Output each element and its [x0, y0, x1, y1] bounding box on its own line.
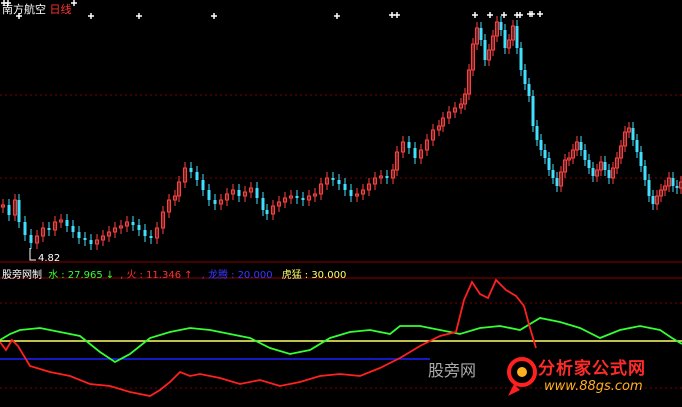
legend-dragon-label: 龙腾 [208, 270, 228, 281]
legend-dragon: , 龙腾: 20.000 [201, 270, 273, 281]
legend-water-label: 水 [48, 270, 59, 281]
stock-name: 南方航空 [2, 3, 46, 16]
legend-tiger: 虎猛: 30.000 [281, 270, 347, 281]
candle-body [647, 180, 651, 196]
candle-body [651, 196, 655, 204]
legend-water-arrow: ↓ [105, 270, 115, 281]
legend-fire-value: 11.346 [146, 270, 182, 281]
candle-body [295, 196, 299, 198]
candle-body [149, 236, 153, 238]
candle-body [7, 205, 11, 215]
candle-body [343, 184, 347, 190]
candle-body [527, 84, 531, 96]
candle-body [607, 170, 611, 178]
candle-body [131, 222, 135, 225]
candle-body [349, 190, 353, 196]
candle-body [499, 22, 503, 30]
candle-body [83, 238, 87, 240]
legend-fire-label: 火 [126, 270, 137, 281]
candle-body [643, 166, 647, 180]
candle-body [47, 228, 51, 230]
low-price-value: 4.82 [38, 253, 61, 264]
candle-body [265, 210, 269, 214]
candle-body [579, 142, 583, 150]
candle-body [675, 186, 679, 188]
legend-fire-arrow: ↑ [184, 270, 193, 281]
candle-body [23, 222, 27, 235]
candle-body [523, 70, 527, 84]
chart-header: 南方航空 日线 [2, 1, 72, 17]
logo-url-text: www.88gs.com [544, 379, 643, 394]
legend-tiger-value: 30.000 [311, 270, 347, 281]
indicator-legend: 股旁网制 水: 27.965 ↓ , 火: 11.346 ↑ , 龙腾: 20.000… [2, 266, 352, 281]
candle-body [483, 40, 487, 60]
candle-body [301, 198, 305, 200]
period-label: 日线 [49, 3, 72, 16]
legend-water-value: 27.965 [67, 270, 103, 281]
candle-body [535, 126, 539, 140]
site-logo: 分析家公式网 www.88gs.com [504, 352, 682, 404]
candle-body [201, 180, 205, 190]
candle-body [137, 225, 141, 230]
candle-body [213, 200, 217, 204]
candle-body [65, 220, 69, 226]
chart-canvas[interactable] [0, 0, 682, 407]
indicator-name: 股旁网制 [2, 270, 42, 281]
candle-body [29, 235, 33, 243]
candle-body [207, 190, 211, 200]
candle-body [591, 168, 595, 176]
candle-body [543, 150, 547, 158]
candle-body [547, 158, 551, 170]
candle-body [337, 180, 341, 184]
candle-body [531, 96, 535, 126]
low-marker-pointer [29, 248, 36, 261]
candle-body [143, 230, 147, 236]
candle-body [515, 26, 519, 48]
candle-body [237, 190, 241, 196]
candle-body [407, 142, 411, 148]
candle-body [639, 152, 643, 166]
candle-body [195, 172, 199, 180]
legend-fire: , 火: 11.346 ↑ [120, 270, 193, 281]
candle-body [261, 198, 265, 210]
candle-body [331, 178, 335, 180]
candle-body [77, 232, 81, 238]
candle-body [385, 176, 389, 178]
watermark-text: 股旁网 [428, 361, 477, 380]
candle-body [413, 148, 417, 158]
candle-body [551, 170, 555, 178]
candle-body [603, 162, 607, 170]
candle-body [71, 226, 75, 232]
candle-body [519, 48, 523, 70]
candle-body [635, 140, 639, 152]
legend-water: 水: 27.965 ↓ [48, 270, 115, 281]
candle-body [17, 200, 21, 222]
candle-body [587, 160, 591, 168]
legend-dragon-value: 20.000 [237, 270, 273, 281]
candle-body [479, 28, 483, 40]
candle-body [583, 150, 587, 160]
candle-body [539, 140, 543, 150]
candle-body [255, 188, 259, 198]
candle-body [555, 178, 559, 186]
candle-body [631, 128, 635, 140]
candle-body [503, 30, 507, 48]
chart-window: 南方航空 日线 4.82 股旁网制 水: 27.965 ↓ , 火: 11.346 ↑… [0, 0, 682, 407]
candle-body [89, 240, 93, 244]
logo-brand-text: 分析家公式网 [538, 359, 646, 379]
legend-tiger-label: 虎猛 [281, 270, 302, 281]
candle-body [671, 178, 675, 186]
candle-body [189, 168, 193, 172]
low-price-label: 4.82 [38, 253, 60, 264]
